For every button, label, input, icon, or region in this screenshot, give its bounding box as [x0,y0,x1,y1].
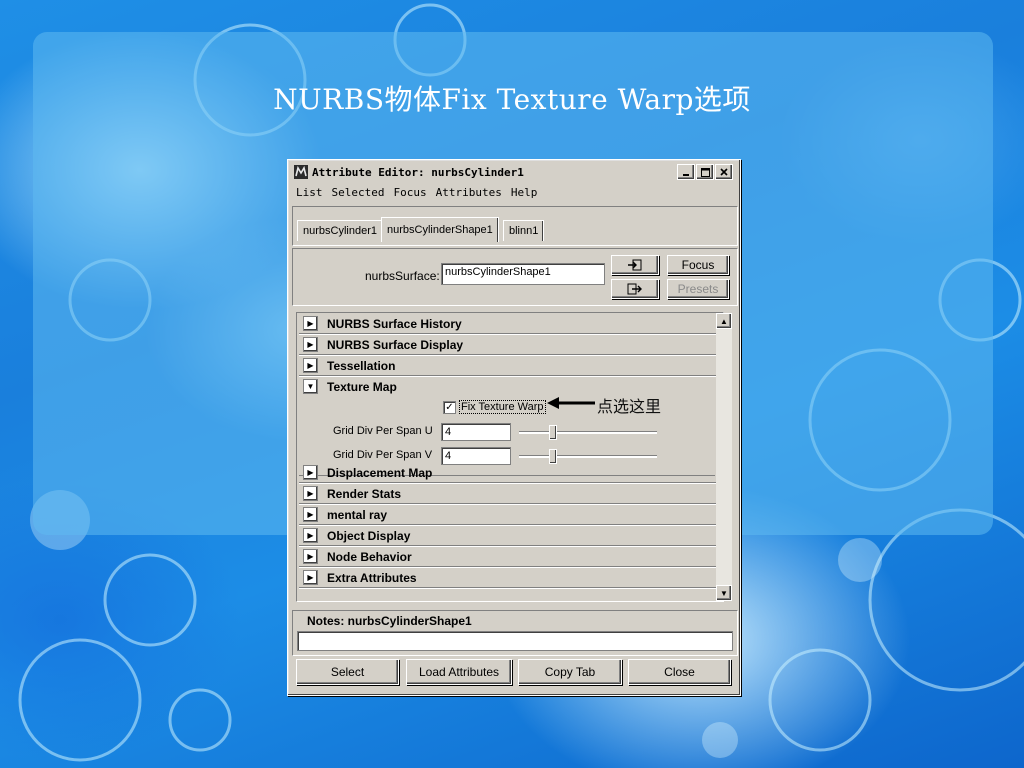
grid-v-slider[interactable] [519,455,657,458]
grid-u-field[interactable]: 4 [441,423,511,441]
notes-field[interactable] [297,631,733,651]
section-label: Render Stats [327,486,402,501]
input-arrow-icon [628,259,642,271]
tab-strip: nurbsCylinder1 nurbsCylinderShape1 blinn… [292,206,738,246]
tab-blinn1[interactable]: blinn1 [503,220,545,241]
node-header: nurbsSurface: nurbsCylinderShape1 Focus … [292,248,738,306]
node-type-label: nurbsSurface: [365,269,440,283]
menu-list[interactable]: List [296,186,323,199]
expand-arrow-icon: ▶ [303,528,318,543]
callout-text: 点选这里 [597,397,662,416]
fix-texture-warp-label[interactable]: Fix Texture Warp [459,400,546,414]
section-extra-attributes[interactable]: ▶ Extra Attributes [299,568,719,588]
section-label: Node Behavior [327,549,412,564]
tab-nurbscylindershape1[interactable]: nurbsCylinderShape1 [381,217,499,242]
tab-nurbscylinder1[interactable]: nurbsCylinder1 [297,220,383,241]
focus-button[interactable]: Focus [667,255,729,275]
expand-arrow-icon: ▶ [303,486,318,501]
grid-v-label: Grid Div Per Span V [333,449,433,461]
section-render-stats[interactable]: ▶ Render Stats [299,484,719,504]
copy-tab-button[interactable]: Copy Tab [518,659,622,685]
section-node-behavior[interactable]: ▶ Node Behavior [299,547,719,567]
attribute-editor-window: Attribute Editor: nurbsCylinder1 List Se… [287,159,741,696]
attribute-sections: ▶ NURBS Surface History ▶ NURBS Surface … [296,312,724,602]
close-icon[interactable] [715,164,733,180]
window-title: Attribute Editor: nurbsCylinder1 [312,165,524,179]
expand-arrow-icon: ▶ [303,465,318,480]
section-object-display[interactable]: ▶ Object Display [299,526,719,546]
expand-arrow-icon: ▶ [303,316,318,331]
section-label: NURBS Surface Display [327,337,464,352]
section-label: Object Display [327,528,411,543]
maya-icon [293,164,309,180]
maximize-icon[interactable] [696,164,714,180]
expand-arrow-icon: ▶ [303,358,318,373]
menu-bar: List Selected Focus Attributes Help [296,186,537,199]
output-connection-button[interactable] [611,279,659,299]
callout-arrow-icon [547,397,595,409]
section-nurbs-surface-display[interactable]: ▶ NURBS Surface Display [299,335,719,355]
notes-panel: Notes: nurbsCylinderShape1 [292,610,738,656]
close-button[interactable]: Close [628,659,731,685]
expand-arrow-icon: ▶ [303,507,318,522]
grid-u-label: Grid Div Per Span U [333,425,433,437]
slide-title: NURBS物体Fix Texture Warp选项 [273,83,751,116]
fix-texture-warp-checkbox[interactable]: ✓ [443,401,456,414]
menu-focus[interactable]: Focus [393,186,426,199]
section-label: Displacement Map [327,465,433,480]
input-connection-button[interactable] [611,255,659,275]
section-displacement-map[interactable]: ▶ Displacement Map [299,463,719,483]
expand-arrow-icon: ▶ [303,337,318,352]
section-label: Tessellation [327,358,396,373]
scroll-down-icon[interactable]: ▼ [716,585,732,601]
menu-attributes[interactable]: Attributes [436,186,502,199]
notes-label: Notes: nurbsCylinderShape1 [307,614,472,628]
menu-help[interactable]: Help [511,186,538,199]
section-label: Extra Attributes [327,570,417,585]
load-attributes-button[interactable]: Load Attributes [406,659,512,685]
collapse-arrow-icon: ▼ [303,379,318,394]
section-label: Texture Map [327,379,397,394]
grid-v-slider-thumb[interactable] [549,449,557,464]
select-button[interactable]: Select [296,659,399,685]
node-name-field[interactable]: nurbsCylinderShape1 [441,263,605,285]
grid-u-slider-thumb[interactable] [549,425,557,440]
section-label: mental ray [327,507,388,522]
grid-u-slider[interactable] [519,431,657,434]
section-nurbs-surface-history[interactable]: ▶ NURBS Surface History [299,314,719,334]
presets-button[interactable]: Presets [667,279,729,299]
menu-selected[interactable]: Selected [332,186,385,199]
scroll-up-icon[interactable]: ▲ [716,313,732,329]
output-arrow-icon [627,283,642,295]
section-mental-ray[interactable]: ▶ mental ray [299,505,719,525]
title-bar[interactable]: Attribute Editor: nurbsCylinder1 [291,163,735,181]
expand-arrow-icon: ▶ [303,570,318,585]
vertical-scrollbar[interactable]: ▲ ▼ [716,313,732,601]
minimize-icon[interactable] [677,164,695,180]
expand-arrow-icon: ▶ [303,549,318,564]
section-label: NURBS Surface History [327,316,462,331]
section-tessellation[interactable]: ▶ Tessellation [299,356,719,376]
